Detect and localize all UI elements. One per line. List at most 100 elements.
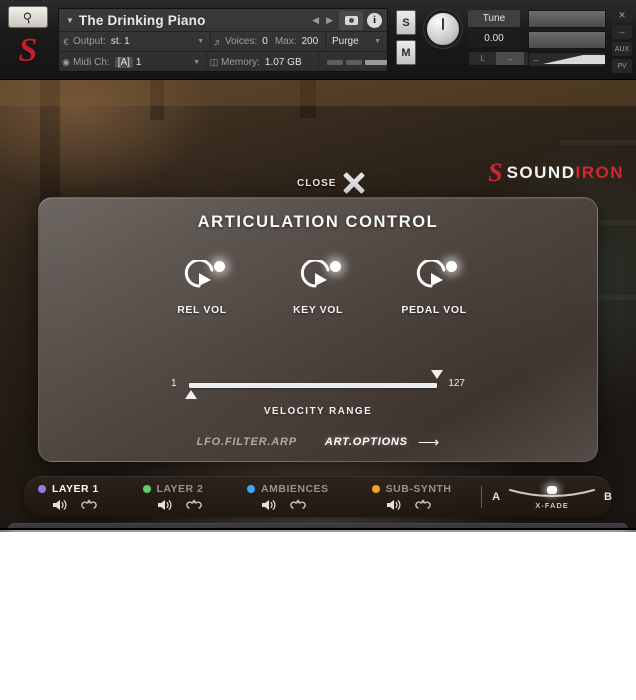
- pedal-vol-indicator-dot: [446, 261, 457, 272]
- layer-header: SUB-SYNTH: [371, 483, 478, 495]
- purge-bar: [365, 59, 387, 65]
- velocity-range-slider[interactable]: 1 127: [171, 370, 465, 399]
- velocity-track[interactable]: [189, 383, 437, 388]
- camera-icon: [344, 15, 358, 25]
- solo-mute-group: S M: [396, 10, 418, 70]
- output-icon: €: [63, 36, 69, 47]
- tune-knob[interactable]: [424, 10, 462, 48]
- arrow-right-icon[interactable]: ⟶: [418, 433, 440, 451]
- pedal-vol-knob-group: PEDAL VOL: [398, 260, 470, 316]
- key-vol-label: KEY VOL: [292, 304, 344, 316]
- layer-header: LAYER 2: [142, 483, 234, 495]
- header-left-group: ⚲ S: [8, 6, 54, 74]
- close-x-icon[interactable]: [343, 172, 365, 194]
- chevron-down-icon[interactable]: ▼: [66, 16, 74, 25]
- layer-item-layer-2[interactable]: LAYER 2: [129, 483, 234, 510]
- background-shelf: [560, 140, 636, 145]
- aux-button[interactable]: AUX: [612, 42, 632, 56]
- tune-value[interactable]: 0.00: [468, 30, 520, 47]
- tab-lfo-filter-arp[interactable]: LFO.FILTER.ARP: [197, 436, 297, 448]
- layer-item-layer-1[interactable]: LAYER 1: [24, 483, 129, 510]
- prev-arrow-icon[interactable]: ◀: [312, 15, 319, 26]
- memory-label: Memory:: [221, 56, 260, 68]
- xfade-b-label: B: [604, 490, 612, 503]
- purge-meter: [325, 59, 387, 65]
- layer-name: AMBIENCES: [261, 483, 329, 495]
- max-label: Max:: [274, 36, 297, 47]
- link-broken-icon[interactable]: [80, 498, 98, 510]
- velocity-range-group: 1 127 VELOCITY RANGE: [39, 370, 597, 417]
- layer-name: SUB-SYNTH: [385, 483, 452, 495]
- pv-button[interactable]: PV: [612, 59, 632, 73]
- instrument-nav: ◀ ▶: [312, 15, 339, 26]
- slider-handle-high-icon[interactable]: [431, 370, 443, 379]
- xfade-slider[interactable]: X-FADE: [508, 484, 596, 510]
- chevron-down-icon[interactable]: ▼: [374, 38, 387, 45]
- midi-value: 1: [135, 56, 142, 68]
- voices-cell: ♬ Voices: 0 Max: 200: [211, 32, 326, 51]
- memory-cell: ◫ Memory: 1.07 GB: [207, 52, 319, 72]
- rel-vol-knob[interactable]: [180, 260, 225, 300]
- layer-header: LAYER 1: [38, 483, 129, 495]
- volume-minus[interactable]: –: [529, 55, 543, 65]
- key-vol-indicator-dot: [330, 261, 341, 272]
- brand-text-sound: SOUND: [506, 163, 576, 182]
- chevron-down-icon[interactable]: ▼: [197, 38, 210, 45]
- link-broken-icon[interactable]: [414, 498, 432, 510]
- layer-item-ambiences[interactable]: AMBIENCES: [233, 483, 358, 510]
- rel-vol-indicator-dot: [214, 261, 225, 272]
- solo-button[interactable]: S: [396, 10, 416, 35]
- output-meter-group: – +: [528, 10, 606, 67]
- close-icon[interactable]: ✕: [612, 8, 632, 22]
- midi-icon: ◉: [62, 56, 70, 67]
- layer-buttons: [247, 498, 358, 510]
- key-vol-knob[interactable]: [296, 260, 341, 300]
- wrench-icon: ⚲: [21, 8, 35, 26]
- link-broken-icon[interactable]: [289, 498, 307, 510]
- output-cell[interactable]: € Output: st. 1 ▼: [59, 32, 211, 51]
- pedal-vol-knob[interactable]: [412, 260, 457, 300]
- next-arrow-icon[interactable]: ▶: [326, 15, 333, 26]
- mute-button[interactable]: M: [396, 40, 416, 65]
- kontakt-header: ⚲ S ▼ The Drinking Piano ◀ ▶ i € Output:…: [0, 0, 636, 80]
- xfade-handle[interactable]: [547, 485, 558, 494]
- output-row: € Output: st. 1 ▼ ♬ Voices: 0 Max: 200 P…: [59, 32, 387, 52]
- wrench-button[interactable]: ⚲: [8, 6, 48, 28]
- window-buttons: ✕ – AUX PV: [612, 8, 632, 76]
- tab-art-options[interactable]: ART.OPTIONS: [325, 436, 408, 448]
- layer-divider: [481, 485, 483, 508]
- velocity-min-value: 1: [171, 378, 177, 389]
- midi-label: Midi Ch:: [73, 56, 110, 68]
- info-icon[interactable]: i: [367, 12, 382, 28]
- tune-group: Tune 0.00 L ↔ R: [424, 10, 552, 68]
- volume-wedge-icon: [543, 53, 605, 66]
- link-broken-icon[interactable]: [185, 498, 203, 510]
- key-vol-knob-group: KEY VOL: [282, 260, 354, 316]
- speaker-icon[interactable]: [261, 498, 277, 510]
- close-overlay-button[interactable]: CLOSE: [297, 172, 365, 194]
- midi-cell[interactable]: ◉ Midi Ch: [A] 1 ▼: [59, 52, 208, 72]
- volume-slider[interactable]: – +: [528, 52, 606, 67]
- memory-icon: ◫: [209, 56, 219, 67]
- dialog-tabs: LFO.FILTER.ARP ART.OPTIONS ⟶: [39, 433, 597, 451]
- tune-display: Tune 0.00: [468, 10, 520, 50]
- page-title: ARTICULATION CONTROL: [197, 213, 439, 231]
- rel-vol-knob-group: REL VOL: [166, 260, 238, 316]
- speaker-icon[interactable]: [52, 498, 68, 510]
- layer-item-sub-synth[interactable]: SUB-SYNTH: [358, 483, 478, 510]
- purge-label: Purge: [332, 36, 359, 47]
- purge-cell[interactable]: Purge ▼: [326, 32, 387, 51]
- xfade-control: A X-FADE B: [492, 484, 612, 510]
- minimize-icon[interactable]: –: [612, 25, 632, 39]
- slider-handle-low-icon[interactable]: [185, 390, 197, 399]
- soundiron-s-icon: S: [18, 32, 38, 69]
- speaker-icon[interactable]: [157, 498, 173, 510]
- chevron-down-icon[interactable]: ▼: [193, 59, 206, 66]
- speaker-icon[interactable]: [386, 498, 402, 510]
- level-meter-right: [528, 31, 606, 49]
- camera-button[interactable]: [339, 10, 363, 30]
- tune-label: Tune: [468, 10, 520, 27]
- rel-vol-label: REL VOL: [177, 304, 227, 316]
- instrument-header: ▼ The Drinking Piano ◀ ▶ i € Output: st.…: [58, 8, 388, 72]
- layer-buttons: [38, 498, 129, 510]
